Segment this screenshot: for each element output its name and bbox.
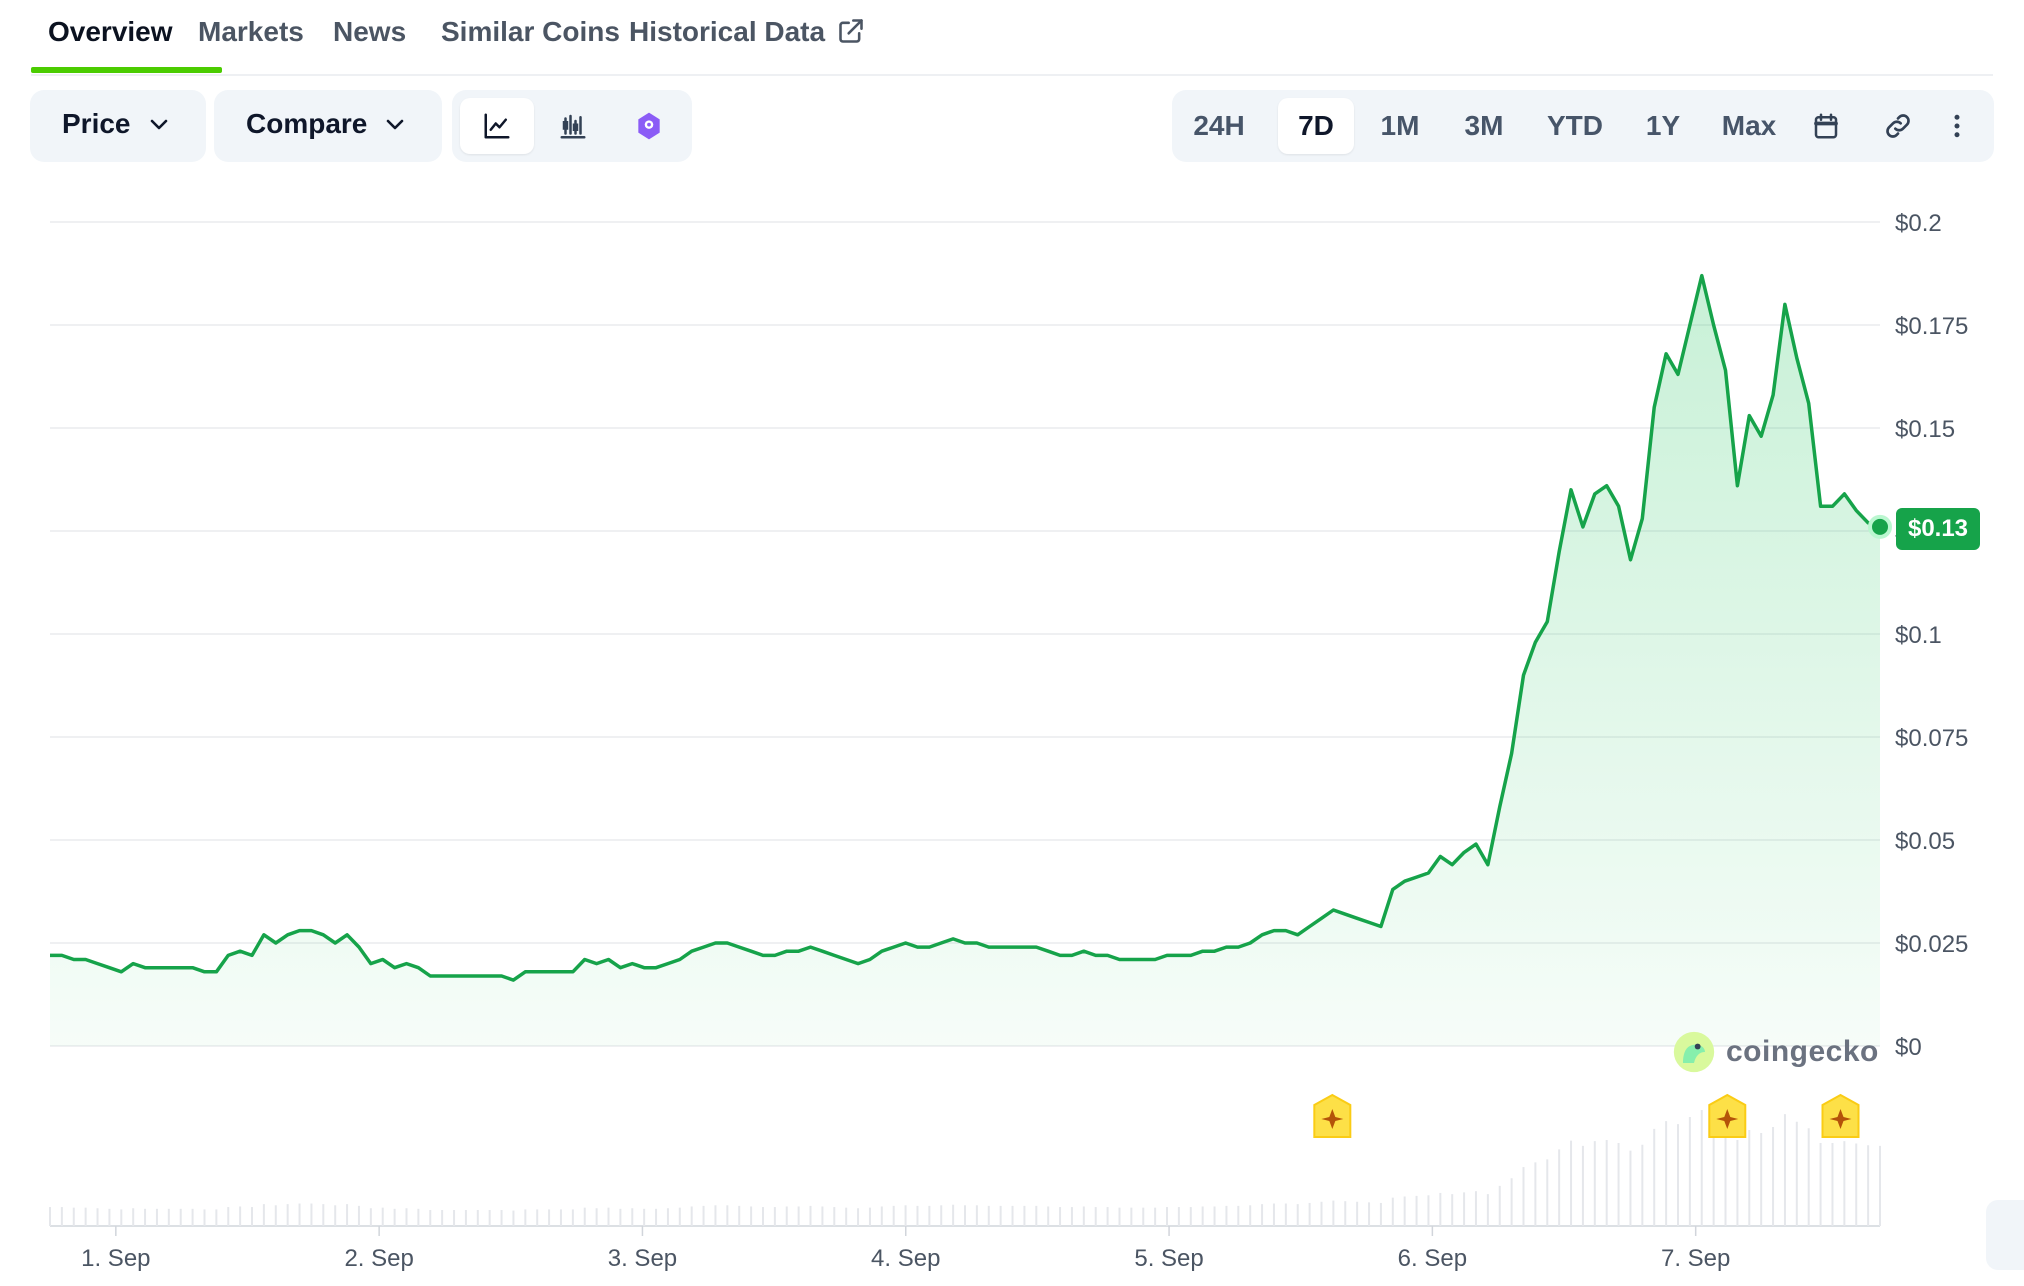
- chart-type-toggle: [452, 90, 692, 162]
- more-vertical-icon: [1954, 114, 1960, 138]
- current-price-label: $0.13: [1896, 508, 1980, 550]
- range-1m[interactable]: 1M: [1362, 98, 1438, 154]
- x-tick-label: 2. Sep: [344, 1245, 413, 1272]
- y-tick-label: $0.2: [1895, 210, 1942, 237]
- tab-overview[interactable]: Overview: [48, 16, 173, 48]
- date-range-button[interactable]: [1798, 98, 1854, 154]
- external-link-icon: [839, 19, 863, 43]
- y-tick-label: $0.15: [1895, 416, 1955, 443]
- y-tick-label: $0.175: [1895, 313, 1968, 340]
- y-tick-label: $0.075: [1895, 725, 1968, 752]
- event-markers[interactable]: [1313, 1093, 1860, 1138]
- x-axis: 1. Sep 2. Sep 3. Sep 4. Sep 5. Sep 6. Sep 7. S…: [81, 1226, 1730, 1272]
- chevron-down-icon: [150, 119, 167, 130]
- line-chart-icon: [484, 113, 510, 139]
- tab-markets[interactable]: Markets: [198, 16, 304, 48]
- range-ytd[interactable]: YTD: [1530, 98, 1620, 154]
- tab-bar: Overview Markets News Similar Coins Hist…: [31, 0, 1993, 76]
- calendar-icon: [1814, 113, 1838, 139]
- tab-similar-coins[interactable]: Similar Coins: [441, 16, 620, 48]
- candlestick-chart-button[interactable]: [536, 98, 610, 154]
- range-selector: 24H 7D 1M 3M YTD 1Y Max: [1172, 90, 1994, 162]
- range-24h[interactable]: 24H: [1182, 98, 1256, 154]
- tradingview-icon: [638, 112, 660, 140]
- range-3m[interactable]: 3M: [1444, 98, 1524, 154]
- event-marker[interactable]: [1708, 1093, 1747, 1138]
- y-tick-label: $0: [1895, 1034, 1922, 1061]
- price-area: [50, 275, 1880, 1047]
- tradingview-button[interactable]: [612, 98, 686, 154]
- navigator-handle[interactable]: [1986, 1200, 2024, 1270]
- compare-dropdown[interactable]: Compare: [214, 90, 442, 162]
- y-tick-label: $0.025: [1895, 931, 1968, 958]
- range-7d[interactable]: 7D: [1278, 98, 1354, 154]
- y-axis: $0.2$0.175$0.15$0.125$0.1$0.075$0.05$0.0…: [1895, 210, 1968, 1061]
- y-tick-label: $0.05: [1895, 828, 1955, 855]
- active-tab-indicator: [31, 67, 222, 73]
- chevron-down-icon: [387, 119, 404, 130]
- coingecko-watermark: coingecko: [1672, 1030, 1879, 1074]
- range-1y[interactable]: 1Y: [1628, 98, 1698, 154]
- tab-historical-data-label: Historical Data: [629, 16, 826, 47]
- range-max[interactable]: Max: [1706, 98, 1792, 154]
- line-chart-button[interactable]: [460, 98, 534, 154]
- share-link-button[interactable]: [1870, 98, 1926, 154]
- x-tick-label: 5. Sep: [1134, 1245, 1203, 1272]
- x-tick-label: 4. Sep: [871, 1245, 940, 1272]
- x-tick-label: 3. Sep: [608, 1245, 677, 1272]
- event-marker[interactable]: [1821, 1093, 1860, 1138]
- tab-news[interactable]: News: [333, 16, 406, 48]
- x-tick-label: 1. Sep: [81, 1245, 150, 1272]
- link-icon: [1886, 114, 1910, 138]
- price-chart[interactable]: $0.2$0.175$0.15$0.125$0.1$0.075$0.05$0.0…: [0, 180, 2000, 1286]
- more-options-button[interactable]: [1932, 98, 1982, 154]
- candlestick-icon: [560, 114, 586, 139]
- x-tick-label: 6. Sep: [1398, 1245, 1467, 1272]
- price-dropdown-label: Price: [62, 108, 131, 139]
- coingecko-logo-icon: [1673, 1031, 1715, 1073]
- event-marker[interactable]: [1313, 1093, 1352, 1138]
- x-tick-label: 7. Sep: [1661, 1245, 1730, 1272]
- current-price-dot: [1868, 514, 1892, 539]
- watermark-text: coingecko: [1726, 1035, 1879, 1068]
- volume-bars: [49, 1110, 1881, 1226]
- compare-dropdown-label: Compare: [246, 108, 368, 139]
- y-tick-label: $0.1: [1895, 622, 1942, 649]
- tab-historical-data[interactable]: Historical Data: [629, 16, 865, 48]
- price-dropdown[interactable]: Price: [30, 90, 206, 162]
